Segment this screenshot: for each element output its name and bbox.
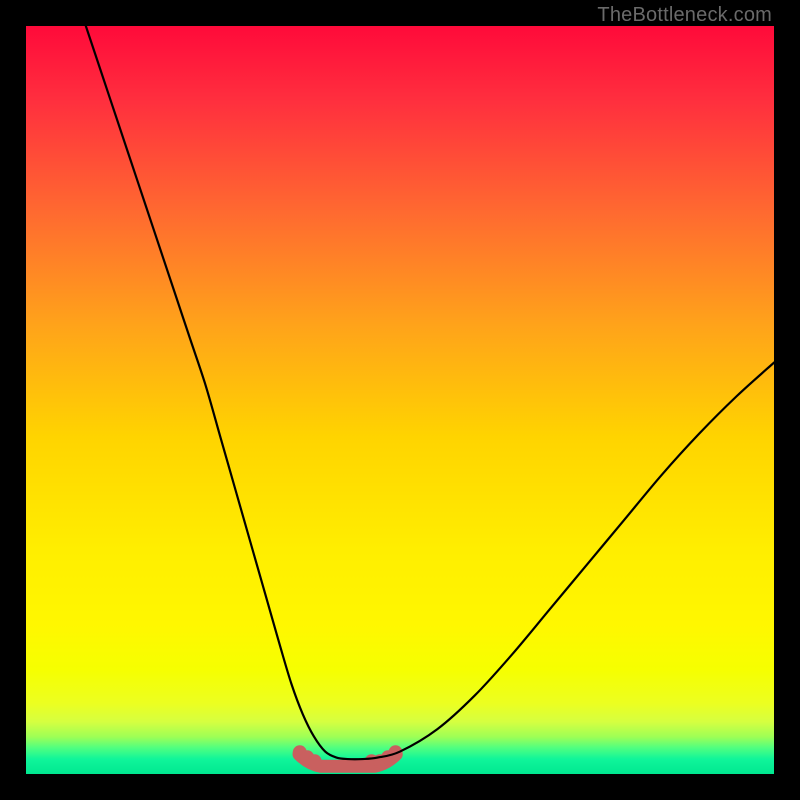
gradient-background <box>26 26 774 774</box>
bottleneck-chart <box>26 26 774 774</box>
watermark-text: TheBottleneck.com <box>597 4 772 27</box>
chart-frame <box>26 26 774 774</box>
